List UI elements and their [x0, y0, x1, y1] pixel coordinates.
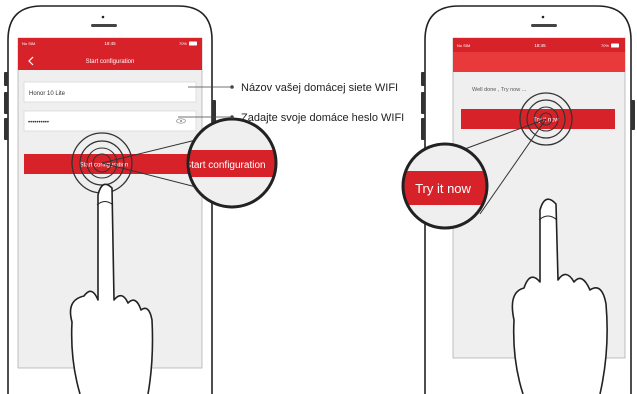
success-message: Well done , Try now ... [472, 87, 527, 93]
header-title: Start configuration [86, 59, 135, 65]
zoom-magnifier-right: Try it now [401, 142, 489, 230]
battery-icon [189, 41, 197, 46]
speaker-grill [91, 24, 117, 27]
zoom-left-label: Start configuration [184, 160, 265, 171]
annotation-password-label: Zadajte svoje domáce heslo WIFI [241, 112, 404, 124]
speaker-grill [531, 24, 557, 27]
illustration: No SIM 18:45 70% Start configuration Hon… [4, 5, 635, 394]
front-camera [541, 15, 545, 19]
battery-icon [611, 43, 619, 48]
zoom-right-label: Try it now [415, 181, 471, 196]
status-carrier: No SIM [457, 43, 470, 48]
status-time: 18:45 [534, 43, 546, 48]
annotation-ssid: Názov vašej domácej siete WIFI [188, 82, 398, 94]
annotation-ssid-label: Názov vašej domácej siete WIFI [241, 82, 398, 94]
ssid-input-value: Honor 10 Lite [29, 91, 66, 97]
status-battery: 70% [601, 43, 609, 48]
status-carrier: No SIM [22, 41, 35, 46]
password-input[interactable] [23, 110, 197, 132]
status-time: 18:45 [104, 41, 116, 46]
front-camera [101, 15, 105, 19]
password-input-value: •••••••••• [28, 120, 49, 126]
status-battery: 70% [179, 41, 187, 46]
